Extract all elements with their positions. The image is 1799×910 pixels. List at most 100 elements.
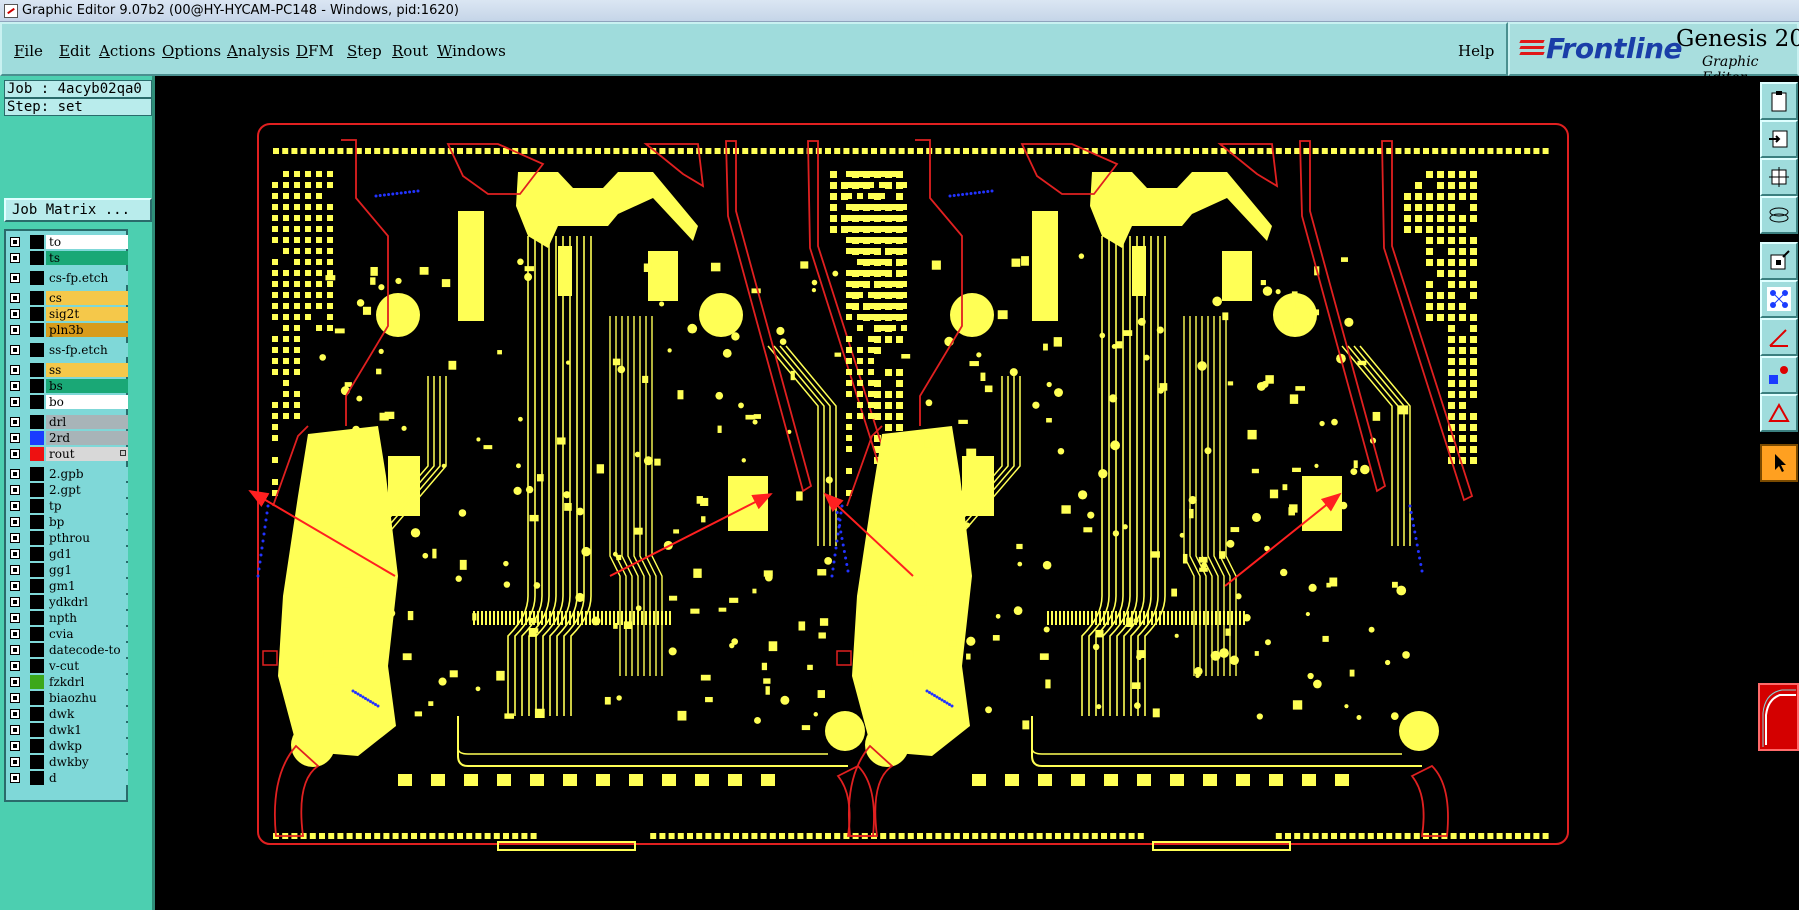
layer-row-npth[interactable]: npth bbox=[8, 611, 128, 625]
layer-name[interactable]: to bbox=[46, 235, 128, 249]
layer-checkbox[interactable] bbox=[10, 501, 20, 511]
layer-name[interactable]: pln3b bbox=[46, 323, 128, 337]
layer-row-gd1[interactable]: gd1 bbox=[8, 547, 128, 561]
layer-checkbox[interactable] bbox=[10, 485, 20, 495]
layer-checkbox[interactable] bbox=[10, 773, 20, 783]
layer-name[interactable]: cvia bbox=[46, 627, 128, 641]
layer-checkbox[interactable] bbox=[10, 381, 20, 391]
layer-name[interactable]: gg1 bbox=[46, 563, 128, 577]
layer-color-swatch[interactable] bbox=[30, 395, 44, 409]
layer-stack-tool-button[interactable] bbox=[1760, 196, 1798, 234]
layer-color-swatch[interactable] bbox=[30, 643, 44, 657]
layer-color-swatch[interactable] bbox=[30, 739, 44, 753]
layer-row-2-gpb[interactable]: 2.gpb bbox=[8, 467, 128, 481]
layer-row-to[interactable]: to bbox=[8, 235, 128, 249]
layer-checkbox[interactable] bbox=[10, 273, 20, 283]
layer-row-sig2t[interactable]: sig2t bbox=[8, 307, 128, 321]
layer-row-cs-fp-etch[interactable]: cs-fp.etch bbox=[8, 271, 128, 285]
menu-windows[interactable]: Windows bbox=[437, 42, 506, 60]
layer-row-rout[interactable]: rout bbox=[8, 447, 128, 461]
layer-color-swatch[interactable] bbox=[30, 595, 44, 609]
job-matrix-button[interactable]: Job Matrix ... bbox=[4, 198, 152, 222]
layer-row-gg1[interactable]: gg1 bbox=[8, 563, 128, 577]
layer-checkbox[interactable] bbox=[10, 345, 20, 355]
layer-name[interactable]: datecode-to bbox=[46, 643, 128, 657]
layer-name[interactable]: dwk bbox=[46, 707, 128, 721]
layer-color-swatch[interactable] bbox=[30, 447, 44, 461]
layer-color-swatch[interactable] bbox=[30, 611, 44, 625]
layer-checkbox[interactable] bbox=[10, 469, 20, 479]
layer-row-bs[interactable]: bs bbox=[8, 379, 128, 393]
layer-name[interactable]: biaozhu bbox=[46, 691, 128, 705]
zoom-fit-tool-button[interactable] bbox=[1760, 158, 1798, 196]
layer-checkbox[interactable] bbox=[10, 693, 20, 703]
layer-name[interactable]: dwk1 bbox=[46, 723, 128, 737]
layer-color-swatch[interactable] bbox=[30, 415, 44, 429]
layer-checkbox[interactable] bbox=[10, 517, 20, 527]
layer-color-swatch[interactable] bbox=[30, 771, 44, 785]
features-tool-button[interactable] bbox=[1760, 356, 1798, 394]
layer-row-2-gpt[interactable]: 2.gpt bbox=[8, 483, 128, 497]
layer-color-swatch[interactable] bbox=[30, 271, 44, 285]
layer-color-swatch[interactable] bbox=[30, 675, 44, 689]
pointer-tool-button[interactable] bbox=[1760, 444, 1798, 482]
layer-name[interactable]: cs-fp.etch bbox=[46, 271, 128, 285]
layer-color-swatch[interactable] bbox=[30, 515, 44, 529]
layer-checkbox[interactable] bbox=[10, 397, 20, 407]
overview-minimap[interactable] bbox=[1758, 683, 1799, 751]
net-nodes-tool-button[interactable] bbox=[1760, 280, 1798, 318]
layer-name[interactable]: pthrou bbox=[46, 531, 128, 545]
layer-name[interactable]: d bbox=[46, 771, 128, 785]
layer-row-dwkby[interactable]: dwkby bbox=[8, 755, 128, 769]
layer-name[interactable]: v-cut bbox=[46, 659, 128, 673]
layer-checkbox[interactable] bbox=[10, 661, 20, 671]
pcb-panel-view[interactable] bbox=[155, 76, 1758, 910]
layer-color-swatch[interactable] bbox=[30, 563, 44, 577]
layer-name[interactable]: ts bbox=[46, 251, 128, 265]
layer-checkbox[interactable] bbox=[10, 325, 20, 335]
graphic-canvas[interactable] bbox=[155, 76, 1758, 910]
layer-checkbox[interactable] bbox=[10, 629, 20, 639]
menu-analysis[interactable]: Analysis bbox=[227, 42, 290, 60]
layer-name[interactable]: gm1 bbox=[46, 579, 128, 593]
layer-color-swatch[interactable] bbox=[30, 363, 44, 377]
layer-row-cs[interactable]: cs bbox=[8, 291, 128, 305]
layer-color-swatch[interactable] bbox=[30, 235, 44, 249]
layer-row-ss-fp-etch[interactable]: ss-fp.etch bbox=[8, 343, 128, 357]
layer-color-swatch[interactable] bbox=[30, 691, 44, 705]
layer-checkbox[interactable] bbox=[10, 725, 20, 735]
layer-row-dwkp[interactable]: dwkp bbox=[8, 739, 128, 753]
layer-row-bo[interactable]: bo bbox=[8, 395, 128, 409]
layer-checkbox[interactable] bbox=[10, 309, 20, 319]
layer-row-pthrou[interactable]: pthrou bbox=[8, 531, 128, 545]
menu-edit[interactable]: Edit bbox=[59, 42, 90, 60]
layer-checkbox[interactable] bbox=[10, 581, 20, 591]
layer-row-ts[interactable]: ts bbox=[8, 251, 128, 265]
layer-row-datecode-to[interactable]: datecode-to bbox=[8, 643, 128, 657]
layer-color-swatch[interactable] bbox=[30, 431, 44, 445]
layer-color-swatch[interactable] bbox=[30, 291, 44, 305]
layer-name[interactable]: fzkdrl bbox=[46, 675, 128, 689]
layer-checkbox[interactable] bbox=[10, 549, 20, 559]
layer-row-bp[interactable]: bp bbox=[8, 515, 128, 529]
layer-name[interactable]: bo bbox=[46, 395, 128, 409]
layer-row-dwk[interactable]: dwk bbox=[8, 707, 128, 721]
layer-color-swatch[interactable] bbox=[30, 467, 44, 481]
layer-color-swatch[interactable] bbox=[30, 323, 44, 337]
layer-name[interactable]: ss-fp.etch bbox=[46, 343, 128, 357]
layer-checkbox[interactable] bbox=[10, 237, 20, 247]
menu-step[interactable]: Step bbox=[347, 42, 382, 60]
menu-actions[interactable]: Actions bbox=[99, 42, 155, 60]
layer-row-biaozhu[interactable]: biaozhu bbox=[8, 691, 128, 705]
layer-name[interactable]: tp bbox=[46, 499, 128, 513]
layer-color-swatch[interactable] bbox=[30, 307, 44, 321]
layer-checkbox[interactable] bbox=[10, 253, 20, 263]
layer-checkbox[interactable] bbox=[10, 533, 20, 543]
layer-color-swatch[interactable] bbox=[30, 627, 44, 641]
layer-name[interactable]: 2.gpt bbox=[46, 483, 128, 497]
layer-color-swatch[interactable] bbox=[30, 251, 44, 265]
layer-color-swatch[interactable] bbox=[30, 499, 44, 513]
layer-name[interactable]: dwkby bbox=[46, 755, 128, 769]
layer-row-gm1[interactable]: gm1 bbox=[8, 579, 128, 593]
layer-color-swatch[interactable] bbox=[30, 659, 44, 673]
